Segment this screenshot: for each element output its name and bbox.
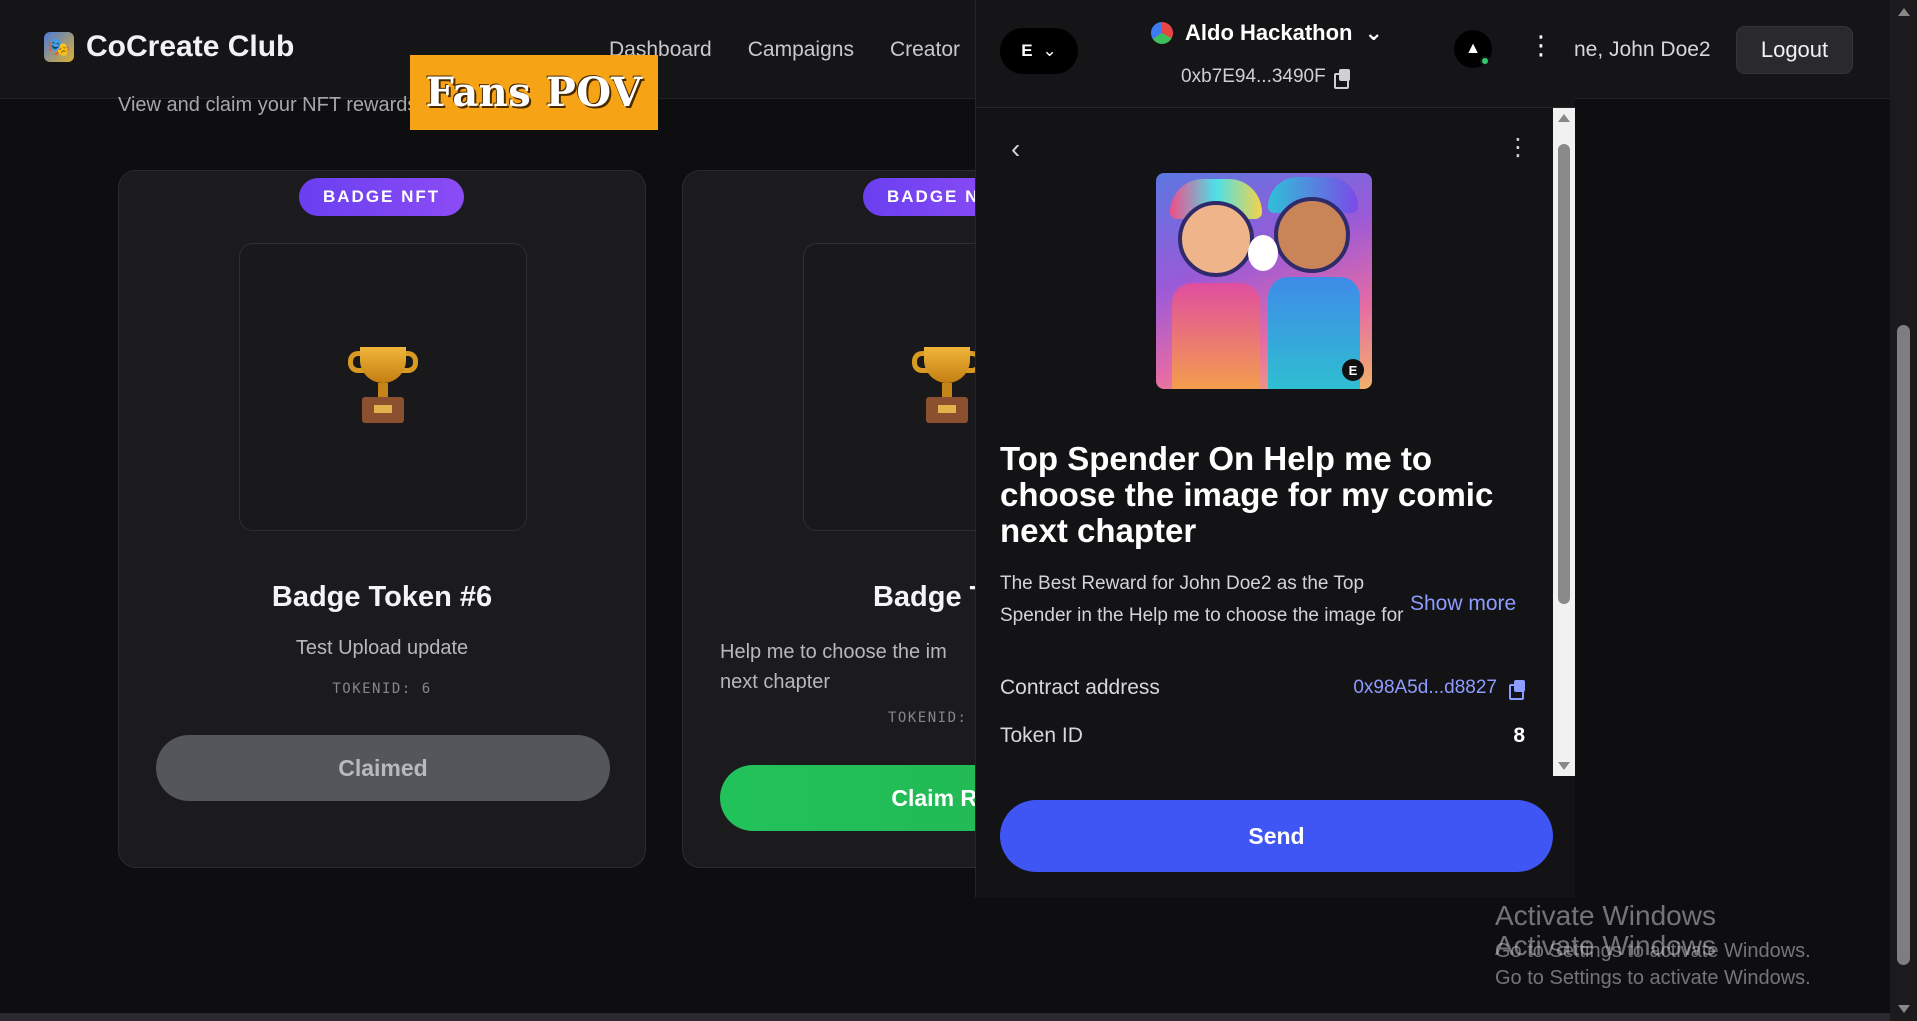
nav-links: Dashboard Campaigns Creator — [609, 38, 960, 62]
chevron-down-icon: ⌄ — [1042, 41, 1057, 60]
nft-image: E — [1156, 173, 1372, 389]
card-token-id: TOKENID: 6 — [332, 681, 432, 697]
wallet-header: E ⌄ Aldo Hackathon ⌄ 0xb7E94...3490F ▲ ⋮ — [976, 0, 1575, 108]
top-nav: 🎭 CoCreate Club Dashboard Campaigns Crea… — [0, 0, 1900, 99]
contract-address-text: 0x98A5d...d8827 — [1353, 677, 1497, 698]
nft-title: Top Spender On Help me to choose the ima… — [1000, 440, 1494, 549]
activate-windows-hint: Go to Settings to activate Windows. — [1495, 940, 1811, 962]
activate-windows-hint: Go to Settings to activate Windows. — [1495, 967, 1811, 989]
scroll-down-arrow-icon[interactable] — [1558, 762, 1570, 770]
account-avatar: E — [1021, 41, 1033, 60]
connected-site-icon[interactable]: ▲ — [1454, 30, 1492, 68]
scroll-up-arrow-icon[interactable] — [1898, 8, 1910, 16]
scroll-up-arrow-icon[interactable] — [1558, 114, 1570, 122]
contract-address-row: Contract address 0x98A5d...d8827 — [1000, 676, 1525, 700]
kebab-menu-icon[interactable]: ⋮ — [1528, 32, 1554, 58]
badge-nft-pill: BADGE NFT — [299, 178, 465, 216]
card-image-box — [239, 243, 527, 531]
welcome-text: ne, John Doe2 — [1574, 38, 1711, 61]
wallet-address[interactable]: 0xb7E94...3490F — [1181, 66, 1350, 89]
scroll-thumb[interactable] — [1558, 144, 1570, 604]
wallet-address-text: 0xb7E94...3490F — [1181, 66, 1326, 87]
token-id-value: 8 — [1513, 724, 1525, 747]
account-name: Aldo Hackathon — [1185, 20, 1353, 45]
logout-button[interactable]: Logout — [1736, 26, 1853, 74]
nft-image-badge: E — [1342, 359, 1364, 381]
nft-description: The Best Reward for John Doe2 as the Top… — [1000, 573, 1404, 626]
triangle-icon: ▲ — [1465, 40, 1481, 57]
chevron-down-icon: ⌄ — [1364, 20, 1383, 45]
connected-status-dot — [1480, 56, 1490, 66]
card-description: Help me to choose the im next chapter — [720, 641, 947, 693]
contract-address-label: Contract address — [1000, 676, 1160, 699]
wallet-scrollbar[interactable] — [1553, 108, 1575, 776]
nav-creator[interactable]: Creator — [890, 38, 960, 62]
reward-card: BADGE NFT Badge Token #6 Test Upload upd… — [118, 170, 646, 868]
card-title: Badge Token #6 — [271, 581, 493, 613]
back-arrow-icon[interactable]: ‹ — [1011, 133, 1020, 165]
wallet-popup: E ⌄ Aldo Hackathon ⌄ 0xb7E94...3490F ▲ ⋮… — [975, 0, 1575, 897]
copy-icon[interactable] — [1333, 69, 1350, 89]
claimed-button[interactable]: Claimed — [156, 735, 610, 801]
scroll-down-arrow-icon[interactable] — [1898, 1005, 1910, 1013]
brand[interactable]: 🎭 CoCreate Club — [44, 30, 294, 64]
window-bottom-edge — [0, 1013, 1890, 1021]
copy-icon[interactable] — [1509, 680, 1525, 700]
nav-campaigns[interactable]: Campaigns — [748, 38, 854, 62]
contract-address-value[interactable]: 0x98A5d...d8827 — [1353, 677, 1525, 700]
token-id-label: Token ID — [1000, 724, 1083, 747]
send-button[interactable]: Send — [1000, 800, 1553, 872]
trophy-icon — [912, 347, 982, 427]
card-description: Test Upload update — [295, 637, 469, 659]
brand-name: CoCreate Club — [86, 30, 295, 63]
page-scrollbar[interactable] — [1890, 0, 1917, 1021]
activate-windows-watermark: Activate Windows — [1495, 900, 1716, 931]
trophy-icon — [348, 347, 418, 427]
card-token-id: TOKENID: — [888, 710, 968, 726]
show-more-link[interactable]: Show more — [1404, 592, 1517, 616]
account-name-dropdown[interactable]: Aldo Hackathon ⌄ — [1151, 20, 1383, 46]
app-root: 🎭 CoCreate Club Dashboard Campaigns Crea… — [0, 0, 1917, 1021]
token-id-row: Token ID 8 — [1000, 724, 1525, 748]
fans-pov-overlay: Fans POV — [410, 55, 658, 130]
theater-masks-icon: 🎭 — [44, 32, 74, 62]
scroll-thumb[interactable] — [1897, 325, 1910, 965]
account-switcher[interactable]: E ⌄ — [1000, 28, 1078, 74]
nft-options-icon[interactable]: ⋮ — [1506, 133, 1530, 162]
network-icon — [1151, 22, 1173, 44]
